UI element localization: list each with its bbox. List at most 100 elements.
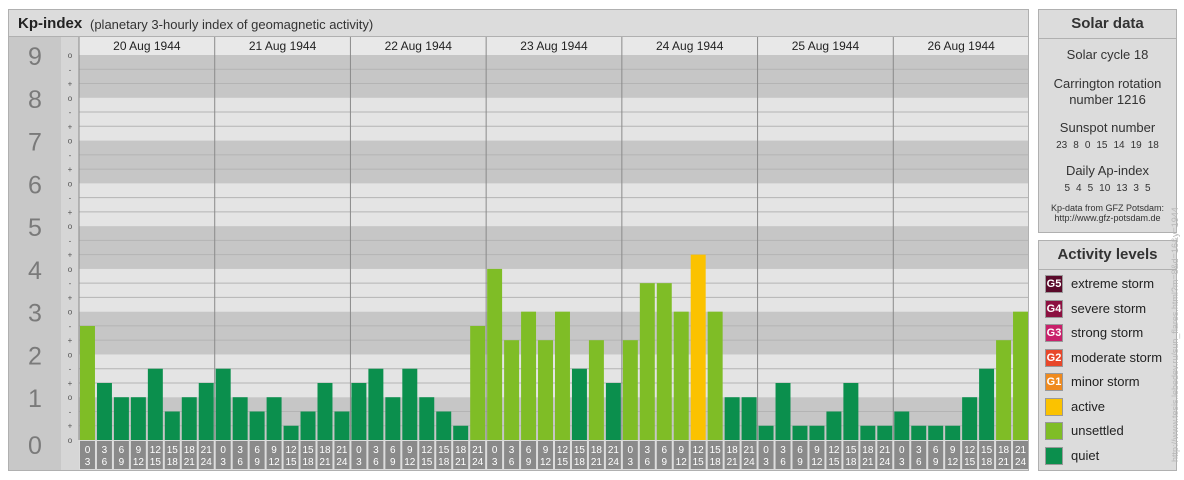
hour-end-label: 3: [899, 457, 905, 468]
activity-level-swatch: G4: [1045, 299, 1063, 318]
hour-start-label: 0: [492, 445, 498, 456]
kp-bar: [249, 411, 265, 440]
hour-end-label: 15: [150, 457, 162, 468]
hour-end-label: 24: [744, 457, 756, 468]
hour-end-label: 9: [254, 457, 260, 468]
hour-end-label: 18: [710, 457, 722, 468]
kp-bar: [402, 368, 418, 440]
kp-band: [79, 268, 1028, 312]
hour-end-label: 12: [269, 457, 281, 468]
hour-end-label: 24: [201, 457, 213, 468]
kp-bar: [639, 283, 655, 440]
kp-bar: [487, 268, 503, 440]
hour-start-label: 18: [862, 445, 874, 456]
kp-bar: [504, 340, 520, 440]
hour-end-label: 18: [981, 457, 993, 468]
credit-line-1: Kp-data from GFZ Potsdam:: [1050, 203, 1165, 213]
y-subtick-label: o: [68, 308, 73, 317]
hour-start-label: 3: [780, 445, 786, 456]
hour-start-label: 12: [557, 445, 569, 456]
sunspot-values: 23 8 0 15 14 19 18: [1039, 140, 1176, 152]
kp-bar: [181, 397, 197, 440]
y-subtick-label: +: [68, 379, 73, 388]
kp-bar: [911, 425, 927, 440]
y-tick-label: 9: [28, 43, 42, 71]
hour-end-label: 6: [645, 457, 651, 468]
ap-index-value: 3: [1133, 183, 1139, 194]
hour-end-label: 3: [356, 457, 362, 468]
hour-start-label: 15: [302, 445, 314, 456]
sunspot-value: 18: [1147, 140, 1159, 151]
y-tick-label: 2: [28, 342, 42, 370]
y-subtick-label: -: [69, 322, 72, 331]
kp-bar: [962, 397, 978, 440]
hour-end-label: 15: [693, 457, 705, 468]
activity-levels-title: Activity levels: [1039, 241, 1176, 270]
activity-level-label: minor storm: [1071, 374, 1140, 389]
y-subtick-label: +: [68, 251, 73, 260]
hour-start-label: 9: [678, 445, 684, 456]
hour-start-label: 9: [136, 445, 142, 456]
hour-end-label: 15: [557, 457, 569, 468]
sunspot-label: Sunspot number: [1059, 120, 1156, 135]
kp-bar: [470, 325, 486, 440]
hour-start-label: 9: [814, 445, 820, 456]
hour-start-label: 15: [845, 445, 857, 456]
kp-bar: [877, 425, 893, 440]
sunspot-value: 19: [1130, 140, 1142, 151]
hour-end-label: 12: [676, 457, 688, 468]
hour-end-label: 3: [628, 457, 634, 468]
hour-end-label: 9: [933, 457, 939, 468]
kp-bar: [588, 340, 604, 440]
y-tick-label: 3: [28, 300, 42, 328]
day-label: 22 Aug 1944: [385, 39, 453, 53]
hour-start-label: 15: [167, 445, 179, 456]
kp-band: [79, 311, 1028, 355]
y-tick-label: 0: [28, 432, 42, 460]
hour-end-label: 6: [509, 457, 515, 468]
kp-bar: [571, 368, 587, 440]
hour-end-label: 21: [727, 457, 739, 468]
kp-bar: [419, 397, 435, 440]
kp-bar: [96, 382, 112, 440]
activity-level-label: quiet: [1071, 447, 1100, 463]
y-subtick-label: o: [68, 436, 73, 445]
hour-start-label: 12: [150, 445, 162, 456]
activity-level-swatch: G5: [1045, 275, 1063, 293]
kp-band: [79, 140, 1028, 184]
y-subtick-label: o: [68, 265, 73, 274]
hour-start-label: 18: [998, 445, 1010, 456]
kp-bar: [453, 425, 469, 440]
kp-bar: [198, 382, 214, 440]
y-subtick-label: +: [68, 293, 73, 302]
solar-cycle: Solar cycle 18: [1066, 47, 1149, 62]
carrington-rotation-label: Carrington rotation: [1053, 76, 1162, 91]
hour-end-label: 15: [828, 457, 840, 468]
kp-bar: [80, 325, 95, 440]
hour-start-label: 21: [472, 445, 484, 456]
y-subtick-label: +: [68, 208, 73, 217]
hour-end-label: 12: [133, 457, 145, 468]
kp-bar: [232, 397, 248, 440]
ap-index-value: 4: [1076, 183, 1082, 194]
kp-bar: [215, 368, 231, 440]
hour-start-label: 12: [964, 445, 976, 456]
activity-level-label: unsettled: [1071, 423, 1124, 438]
kp-bar: [283, 425, 299, 440]
kp-bar: [147, 368, 163, 440]
hour-start-label: 21: [1015, 445, 1027, 456]
hour-start-label: 3: [916, 445, 922, 456]
hour-start-label: 21: [608, 445, 620, 456]
hour-end-label: 9: [390, 457, 396, 468]
activity-level-swatch: [1045, 446, 1063, 465]
kp-bar: [622, 340, 638, 440]
sunspot-value: 23: [1056, 140, 1068, 151]
kp-bar: [538, 340, 553, 440]
kp-bar: [368, 368, 384, 440]
hour-start-label: 15: [438, 445, 450, 456]
kp-bar: [826, 411, 842, 440]
hour-start-label: 9: [543, 445, 549, 456]
activity-level-swatch: G2: [1045, 348, 1063, 367]
sunspot-value: 15: [1096, 140, 1108, 151]
kp-bar: [894, 411, 910, 440]
